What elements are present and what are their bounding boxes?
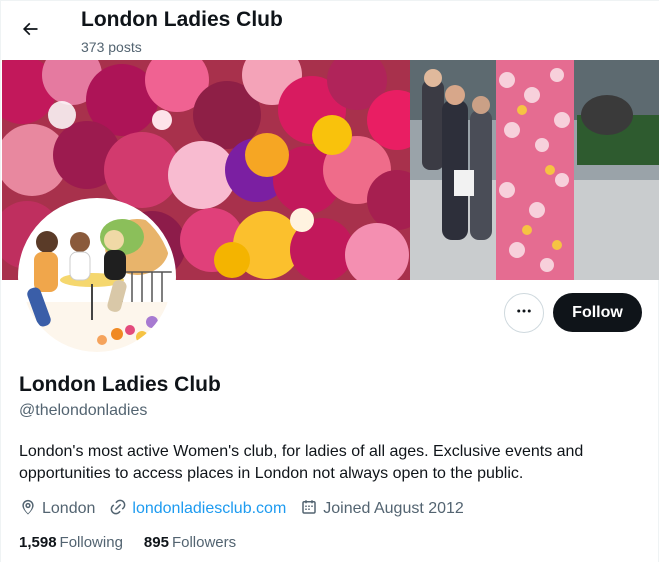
profile-website[interactable]: londonladiesclub.com bbox=[109, 498, 286, 521]
profile-bio: London's most active Women's club, for l… bbox=[19, 443, 584, 482]
joined-label: Joined August 2012 bbox=[323, 500, 464, 517]
following-label: Following bbox=[59, 534, 123, 551]
follow-button[interactable]: Follow bbox=[553, 293, 642, 332]
followers-link[interactable]: 895 Followers bbox=[144, 534, 236, 551]
profile-avatar[interactable] bbox=[18, 198, 176, 356]
header-title: London Ladies Club bbox=[81, 8, 283, 31]
calendar-icon bbox=[300, 498, 323, 521]
website-link[interactable]: londonladiesclub.com bbox=[132, 500, 286, 518]
arrow-left-icon bbox=[20, 19, 40, 44]
location-label: London bbox=[42, 500, 96, 517]
more-options-button[interactable] bbox=[504, 293, 544, 333]
profile-joined: Joined August 2012 bbox=[300, 498, 464, 521]
followers-count: 895 bbox=[143, 534, 169, 551]
profile-stats: 1,598 Following 895 Followers bbox=[19, 534, 257, 551]
followers-label: Followers bbox=[171, 534, 237, 551]
profile-page: London Ladies Club 373 posts Follow Lond… bbox=[0, 0, 659, 562]
link-icon bbox=[109, 498, 132, 521]
profile-meta-row: London londonladiesclub.com Joined Augus… bbox=[19, 498, 478, 520]
following-link[interactable]: 1,598 Following bbox=[19, 534, 123, 551]
profile-header-bar: London Ladies Club 373 posts bbox=[1, 1, 659, 60]
following-count: 1,598 bbox=[19, 534, 57, 551]
back-button[interactable] bbox=[13, 14, 47, 48]
profile-display-name: London Ladies Club bbox=[19, 373, 221, 396]
profile-location: London bbox=[19, 498, 95, 521]
location-pin-icon bbox=[19, 498, 42, 521]
posts-count: 373 posts bbox=[81, 39, 142, 55]
more-dots-icon bbox=[515, 302, 533, 325]
profile-handle: @thelondonladies bbox=[19, 402, 148, 419]
